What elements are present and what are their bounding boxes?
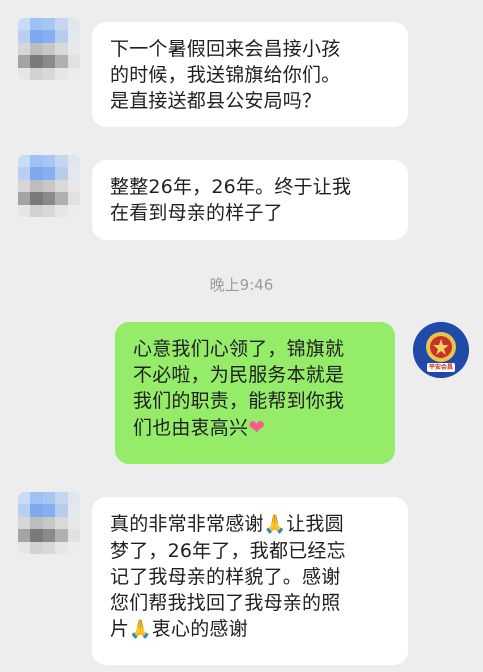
message-line: 片🙏衷心的感谢: [110, 616, 392, 643]
message-bubble-incoming[interactable]: 真的非常非常感谢🙏让我圆 梦了，26年了，我都已经忘 记了我母亲的样貌了。感谢 …: [92, 497, 408, 665]
message-text: 真的非常非常感谢: [110, 513, 264, 535]
police-avatar-caption: 平安会昌: [428, 364, 453, 371]
message-text: 片: [110, 618, 130, 640]
message-text: 梦了，26年了，我都已经忘: [110, 540, 346, 562]
pray-emoji-icon: 🙏: [129, 619, 152, 640]
contact-avatar[interactable]: [18, 492, 80, 554]
message-text: 整整26年，26年。终于让我: [110, 176, 352, 198]
message-bubble-incoming[interactable]: 整整26年，26年。终于让我 在看到母亲的样子了: [92, 160, 408, 240]
pray-emoji-icon: 🙏: [263, 514, 287, 535]
police-badge-icon[interactable]: 平安会昌: [413, 322, 469, 378]
message-text: 下一个暑假回来会昌接小孩: [110, 38, 341, 60]
message-text: 心意我们心领了，锦旗就: [133, 338, 345, 360]
message-text: 是直接送都县公安局吗？: [110, 90, 322, 112]
contact-avatar[interactable]: [18, 18, 80, 80]
message-text: 让我圆: [286, 513, 344, 535]
message-line: 真的非常非常感谢🙏让我圆: [110, 511, 392, 538]
message-text: 在看到母亲的样子了: [110, 202, 283, 224]
contact-avatar[interactable]: [18, 155, 80, 217]
message-bubble-outgoing[interactable]: 心意我们心领了，锦旗就 不必啦，为民服务本就是 我们的职责，能帮到你我 们也由衷…: [115, 322, 395, 464]
message-text: 记了我母亲的样貌了。感谢: [110, 566, 341, 588]
message-text: 您们帮我找回了我母亲的照: [110, 592, 341, 614]
message-line: 们也由衷高兴❤: [133, 414, 379, 441]
timestamp: 晚上9:46: [209, 276, 274, 294]
message-text: 不必啦，为民服务本就是: [133, 364, 345, 386]
message-text: 们也由衷高兴: [133, 417, 249, 439]
message-text: 的时候，我送锦旗给你们。: [110, 64, 341, 86]
message-bubble-incoming[interactable]: 下一个暑假回来会昌接小孩 的时候，我送锦旗给你们。 是直接送都县公安局吗？: [92, 22, 408, 127]
message-text: 衷心的感谢: [151, 618, 248, 640]
heart-emoji-icon: ❤: [248, 415, 266, 439]
message-text: 我们的职责，能帮到你我: [133, 390, 345, 412]
